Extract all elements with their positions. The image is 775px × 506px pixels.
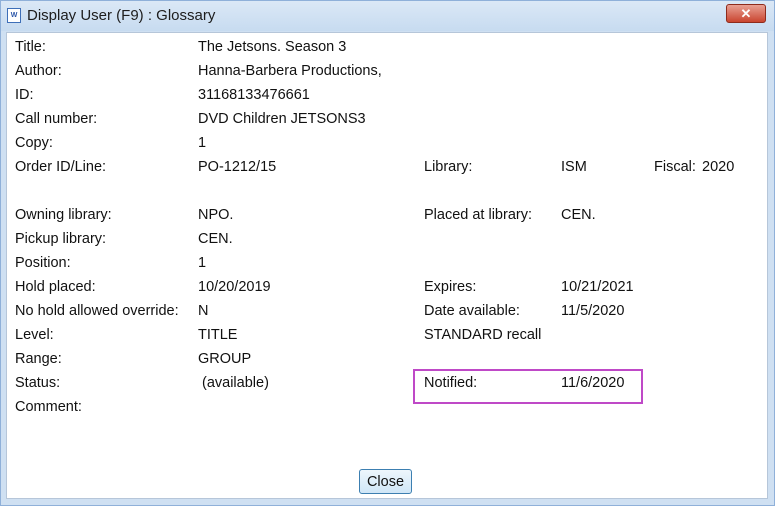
call-number-value: DVD Children JETSONS3	[198, 111, 366, 127]
expires-value: 10/21/2021	[561, 279, 634, 295]
library-label: Library:	[424, 159, 473, 175]
close-button[interactable]: Close	[359, 469, 412, 494]
comment-label: Comment:	[15, 399, 82, 415]
status-value: (available)	[202, 375, 269, 391]
fiscal-value: 2020	[702, 159, 735, 175]
library-value: ISM	[561, 159, 587, 175]
app-icon: W	[7, 8, 21, 23]
owning-library-label: Owning library:	[15, 207, 112, 223]
status-label: Status:	[15, 375, 61, 391]
placed-at-library-value: CEN.	[561, 207, 596, 223]
position-label: Position:	[15, 255, 71, 271]
no-hold-override-label: No hold allowed override:	[15, 303, 179, 319]
call-number-label: Call number:	[15, 111, 98, 127]
title-bar[interactable]: W Display User (F9) : Glossary ✕	[1, 1, 774, 31]
range-value: GROUP	[198, 351, 252, 367]
position-value: 1	[198, 255, 207, 271]
date-available-value: 11/5/2020	[561, 303, 625, 319]
recall-text: STANDARD recall	[424, 327, 542, 343]
copy-value: 1	[198, 135, 207, 151]
id-label: ID:	[15, 87, 34, 103]
level-label: Level:	[15, 327, 54, 343]
close-icon: ✕	[740, 6, 752, 21]
title-label: Title:	[15, 39, 46, 55]
level-value: TITLE	[198, 327, 238, 343]
window-title: Display User (F9) : Glossary	[27, 7, 216, 24]
id-value: 31168133476661	[198, 87, 310, 103]
placed-at-library-label: Placed at library:	[424, 207, 532, 223]
owning-library-value: NPO.	[198, 207, 234, 223]
hold-placed-value: 10/20/2019	[198, 279, 271, 295]
order-id-label: Order ID/Line:	[15, 159, 107, 175]
hold-placed-label: Hold placed:	[15, 279, 96, 295]
range-label: Range:	[15, 351, 62, 367]
notified-value: 11/6/2020	[561, 375, 625, 391]
notified-label: Notified:	[424, 375, 478, 391]
author-value: Hanna-Barbera Productions,	[198, 63, 382, 79]
title-value: The Jetsons. Season 3	[198, 39, 347, 55]
date-available-label: Date available:	[424, 303, 520, 319]
dialog-window: W Display User (F9) : Glossary ✕	[0, 0, 775, 506]
order-id-value: PO-1212/15	[198, 159, 277, 175]
author-label: Author:	[15, 63, 62, 79]
expires-label: Expires:	[424, 279, 477, 295]
pickup-library-value: CEN.	[198, 231, 233, 247]
no-hold-override-value: N	[198, 303, 209, 319]
pickup-library-label: Pickup library:	[15, 231, 107, 247]
dialog-body	[6, 32, 768, 499]
fiscal-label: Fiscal:	[654, 159, 696, 175]
copy-label: Copy:	[15, 135, 53, 151]
close-window-button[interactable]: ✕	[726, 4, 766, 23]
